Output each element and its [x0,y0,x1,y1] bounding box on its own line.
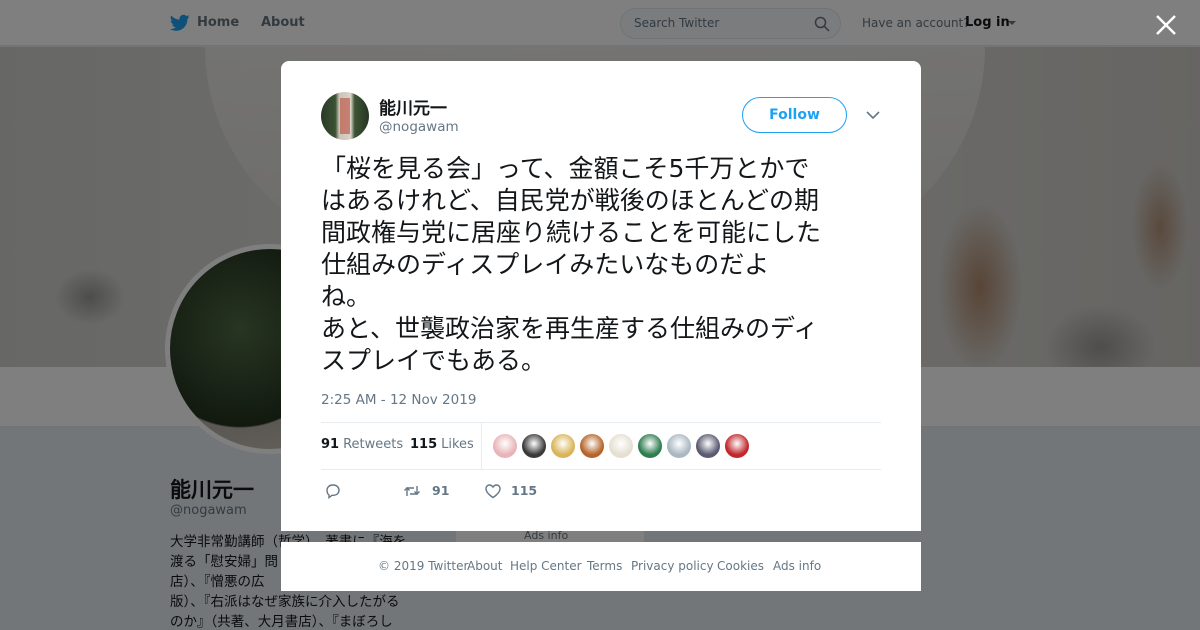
author-avatar[interactable] [321,92,369,140]
liker-avatar[interactable] [667,434,691,458]
tweet-stats: 91 Retweets 115 Likes [321,422,881,470]
footer-ads-info-link[interactable]: Ads info [773,559,821,573]
liker-avatar[interactable] [725,434,749,458]
liker-avatar[interactable] [638,434,662,458]
footer-help-center-link[interactable]: Help Center [510,559,582,573]
liker-avatar[interactable] [493,434,517,458]
close-icon[interactable] [1153,12,1179,38]
liker-avatar[interactable] [609,434,633,458]
retweet-action-count[interactable]: 91 [432,483,449,498]
author-name[interactable]: 能川元一 [379,94,447,119]
likes-count: 115 [410,437,438,452]
stats-divider [481,423,482,469]
liker-avatar[interactable] [522,434,546,458]
heart-icon[interactable] [484,482,502,500]
footer-privacy-link[interactable]: Privacy policy [631,559,714,573]
retweets-stat[interactable]: 91 Retweets [321,437,403,452]
likes-label: Likes [441,437,474,452]
likes-stat[interactable]: 115 Likes [410,437,474,452]
tweet-actions: 91 115 [321,480,881,502]
footer-about-link[interactable]: About [467,559,502,573]
modal-footer: © 2019 Twitter About Help Center Terms P… [281,542,921,591]
tweet-text: 「桜を見る会」って、金額こそ5千万とかで はあるけれど、自民党が戦後のほとんどの… [321,154,822,375]
like-action-count[interactable]: 115 [511,483,537,498]
liker-avatar[interactable] [696,434,720,458]
follow-button[interactable]: Follow [742,97,847,133]
tweet-timestamp[interactable]: 2:25 AM - 12 Nov 2019 [321,392,476,408]
footer-copyright[interactable]: © 2019 Twitter [378,559,468,573]
chevron-down-icon[interactable] [866,109,880,121]
author-handle[interactable]: @nogawam [379,119,459,135]
retweets-label: Retweets [343,437,404,452]
footer-terms-link[interactable]: Terms [587,559,622,573]
footer-cookies-link[interactable]: Cookies [717,559,764,573]
retweet-icon[interactable] [403,482,421,500]
retweets-count: 91 [321,437,340,452]
reply-icon[interactable] [324,482,342,500]
liker-avatar[interactable] [580,434,604,458]
liker-avatar[interactable] [551,434,575,458]
tweet-modal: 能川元一 @nogawam Follow 「桜を見る会」って、金額こそ5千万とか… [281,61,921,531]
avatar-detail [340,98,350,134]
